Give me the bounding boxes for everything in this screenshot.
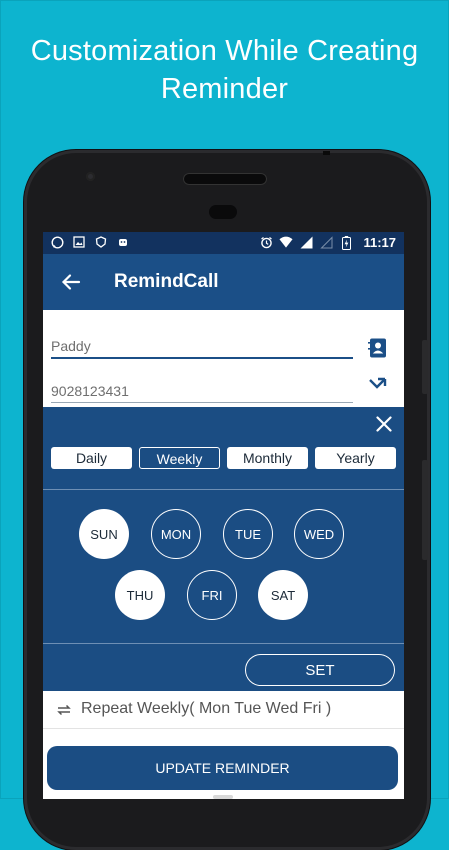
back-arrow-icon[interactable]: [59, 270, 83, 294]
day-fri-toggle[interactable]: FRI: [187, 570, 237, 620]
frequency-monthly-button[interactable]: Monthly: [227, 447, 308, 469]
promo-title: Customization While Creating Reminder: [30, 35, 419, 105]
phone-number-field[interactable]: 9028123431: [51, 383, 353, 403]
divider: [43, 489, 404, 490]
repeat-summary-row: Repeat Weekly( Mon Tue Wed Fri ): [43, 692, 404, 729]
update-reminder-button[interactable]: UPDATE REMINDER: [47, 746, 398, 790]
android-icon: [116, 235, 130, 249]
phone-sensor: [323, 151, 330, 155]
signal-empty-icon: [319, 236, 333, 250]
shield-hand-icon: [94, 235, 108, 249]
divider: [43, 643, 404, 644]
phone-power-button: [422, 460, 428, 560]
repeat-options-sheet: Daily Weekly Monthly Yearly SUN MON TUE WED THU…: [43, 407, 404, 691]
set-button[interactable]: SET: [245, 654, 395, 686]
app-title: RemindCall: [114, 271, 219, 292]
phone-camera: [86, 172, 95, 181]
phone-speaker: [183, 173, 267, 185]
close-icon[interactable]: [375, 415, 393, 433]
contact-book-icon[interactable]: [367, 337, 389, 359]
day-wed-toggle[interactable]: WED: [294, 509, 344, 559]
day-sat-toggle[interactable]: SAT: [258, 570, 308, 620]
signal-icon: [299, 236, 313, 250]
day-tue-toggle[interactable]: TUE: [223, 509, 273, 559]
repeat-summary-text: Repeat Weekly( Mon Tue Wed Fri ): [81, 700, 332, 717]
repeat-icon: [56, 702, 72, 718]
app-bar: RemindCall: [43, 254, 404, 310]
status-bar: 11:17: [43, 232, 404, 254]
day-mon-toggle[interactable]: MON: [151, 509, 201, 559]
frequency-yearly-button[interactable]: Yearly: [315, 447, 396, 469]
contact-name-field[interactable]: Paddy: [51, 338, 353, 359]
phone-earpiece: [209, 205, 237, 219]
frequency-weekly-button[interactable]: Weekly: [139, 447, 220, 469]
phone-volume-button: [422, 340, 428, 394]
image-icon: [72, 235, 86, 249]
frequency-daily-button[interactable]: Daily: [51, 447, 132, 469]
battery-charging-icon: [339, 235, 353, 250]
gesture-bar: [213, 795, 233, 799]
call-made-icon[interactable]: [367, 374, 389, 396]
frequency-selector: Daily Weekly Monthly Yearly: [51, 447, 396, 469]
alarm-icon: [259, 236, 273, 250]
day-sun-toggle[interactable]: SUN: [79, 509, 129, 559]
wifi-icon: [279, 236, 293, 250]
whatsapp-icon: [50, 235, 64, 249]
phone-screen: 11:17 RemindCall Paddy 9028123431 Daily W…: [43, 232, 404, 799]
day-thu-toggle[interactable]: THU: [115, 570, 165, 620]
status-time: 11:17: [363, 235, 396, 250]
